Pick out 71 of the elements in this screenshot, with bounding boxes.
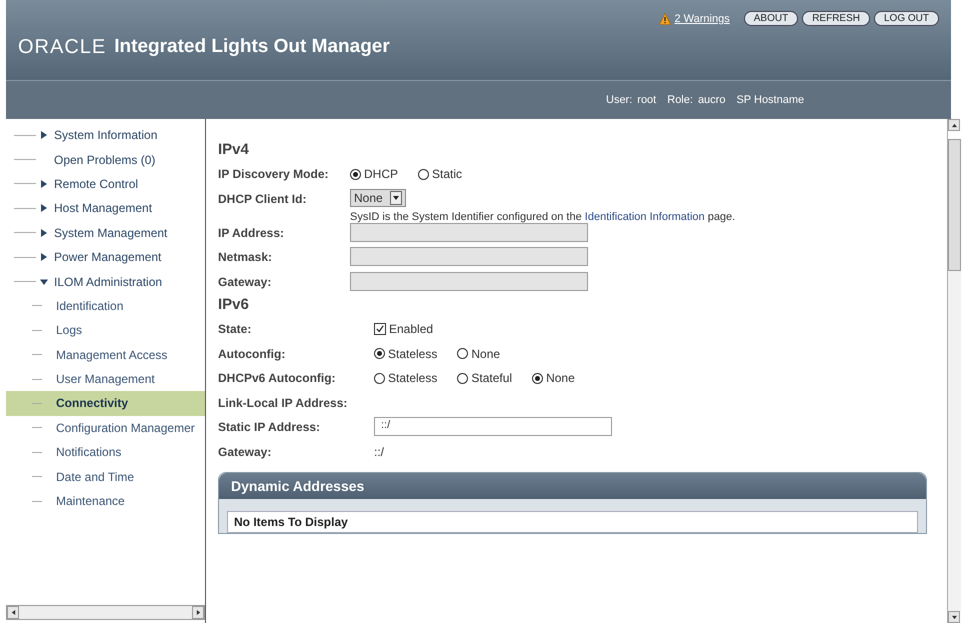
expanded-triangle-icon[interactable] — [40, 278, 48, 286]
collapsed-triangle-icon[interactable] — [40, 204, 48, 212]
warning-icon — [658, 13, 670, 25]
field-label: Static IP Address: — [218, 419, 322, 434]
scroll-right-icon[interactable] — [196, 610, 200, 615]
field-label: DHCPv6 Autoconfig: — [218, 370, 337, 385]
radio-option[interactable]: Stateful — [457, 368, 512, 385]
collapsed-triangle-icon[interactable] — [40, 228, 48, 237]
nav-item[interactable]: Date and Time — [6, 464, 205, 489]
radio-option[interactable]: None — [457, 344, 500, 360]
nav-item[interactable]: Maintenance — [6, 488, 205, 514]
collapsed-triangle-icon[interactable] — [40, 253, 48, 262]
section-heading: IPv4 — [218, 141, 250, 158]
dropdown-arrow-icon[interactable] — [393, 194, 399, 200]
role-label: Role: — [667, 94, 693, 106]
check-mark-icon — [376, 325, 384, 333]
radio-option[interactable]: DHCP — [350, 164, 398, 181]
app-title: Integrated Lights Out Manager — [114, 36, 390, 58]
field-label: DHCP Client Id: — [218, 190, 308, 206]
field-label: IP Address: — [218, 224, 286, 240]
client-id-dropdown[interactable]: None — [350, 188, 406, 206]
field-label: Link-Local IP Address: — [218, 394, 348, 410]
radio-option[interactable]: None — [532, 368, 575, 385]
field-value: ::/ — [374, 444, 384, 458]
user-label: User: — [606, 94, 632, 106]
horizontal-scrollbar[interactable] — [6, 605, 205, 620]
user-name: root — [637, 94, 656, 106]
field-label: Netmask: — [218, 249, 274, 264]
nav-item[interactable]: Connectivity — [6, 391, 205, 416]
radio-option[interactable]: Static — [418, 164, 462, 181]
header-button[interactable]: REFRESH — [802, 11, 870, 26]
nav-item[interactable]: Remote Control — [6, 172, 205, 196]
scroll-up-icon[interactable] — [952, 122, 956, 128]
logo: ORACLE — [18, 36, 106, 58]
nav-item[interactable]: Notifications — [6, 440, 205, 464]
enabled-checkbox[interactable]: Enabled — [374, 319, 434, 336]
section-heading: IPv6 — [218, 296, 250, 313]
field-label: IP Discovery Mode: — [218, 166, 330, 181]
input-field[interactable]: ::/ — [374, 417, 612, 436]
scroll-left-icon[interactable] — [10, 610, 16, 615]
field-label: Gateway: — [218, 444, 272, 458]
help-text: SysID is the System Identifier configured on the Identification Information page. — [350, 210, 736, 222]
nav-item[interactable]: Identification — [6, 294, 205, 318]
vertical-scrollbar[interactable] — [947, 119, 961, 623]
nav-item[interactable]: Configuration Managemer — [6, 416, 205, 440]
nav-item[interactable]: System Information — [6, 123, 205, 148]
hostname-label: SP Hostname — [736, 94, 804, 106]
collapsed-triangle-icon[interactable] — [40, 180, 48, 188]
role-name: aucro — [698, 94, 726, 106]
field-label: Autoconfig: — [218, 346, 286, 360]
nav-item[interactable]: System Management — [6, 220, 205, 245]
nav-item[interactable]: Power Management — [6, 244, 205, 270]
nav-item[interactable]: Open Problems (0) — [6, 147, 205, 172]
warnings-link[interactable]: 2 Warnings — [674, 13, 730, 25]
panel-title: Dynamic Addresses — [219, 473, 926, 499]
field-label: State: — [218, 321, 252, 336]
radio-option[interactable]: Stateless — [374, 368, 438, 385]
field-label: Gateway: — [218, 274, 272, 288]
radio-option[interactable]: Stateless — [374, 344, 438, 360]
identification-link[interactable]: Identification Information — [584, 210, 705, 222]
scroll-down-icon[interactable] — [952, 614, 956, 620]
nav-item[interactable]: Logs — [6, 318, 205, 343]
header-button[interactable]: LOG OUT — [874, 11, 939, 26]
nav-item[interactable]: ILOM Administration — [6, 269, 205, 294]
empty-table-message: No Items To Display — [227, 511, 918, 533]
nav-item[interactable]: User Management — [6, 366, 205, 392]
nav-item[interactable]: Management Access — [6, 342, 205, 367]
nav-item[interactable]: Host Management — [6, 196, 205, 221]
scroll-thumb[interactable] — [948, 139, 961, 271]
collapsed-triangle-icon[interactable] — [40, 131, 48, 140]
header-button[interactable]: ABOUT — [744, 11, 798, 26]
